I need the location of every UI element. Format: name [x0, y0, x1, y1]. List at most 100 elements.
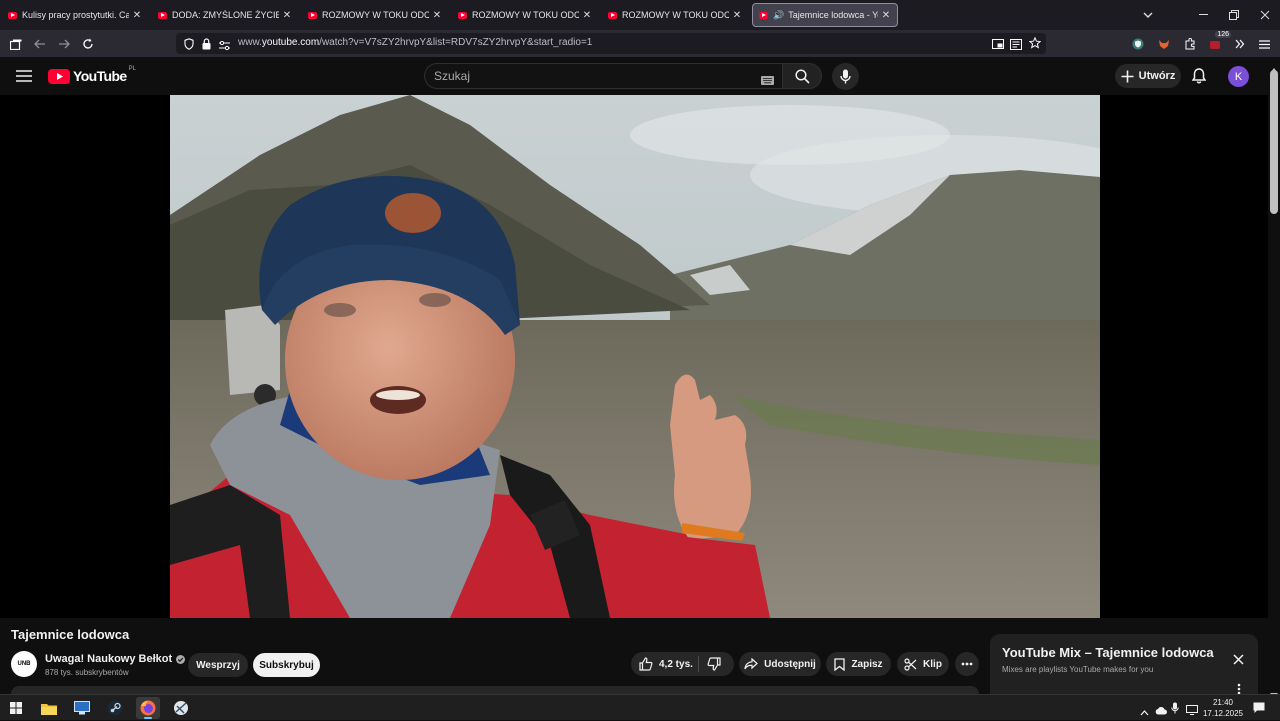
scrollbar-thumb[interactable]: [1270, 70, 1278, 214]
bookmark-icon: [834, 657, 846, 671]
youtube-favicon-icon: [759, 11, 768, 19]
youtube-logo[interactable]: YouTube PL: [48, 66, 136, 84]
like-button[interactable]: 4,2 tys.: [639, 657, 693, 671]
speaker-icon[interactable]: 🔊: [773, 10, 784, 21]
tray-chevron-up-icon[interactable]: [1140, 703, 1149, 721]
list-all-tabs-icon[interactable]: [1133, 0, 1163, 30]
extensions-puzzle-icon[interactable]: [1180, 34, 1200, 54]
file-explorer-icon[interactable]: [37, 697, 61, 719]
channel-avatar[interactable]: UNB: [11, 651, 37, 677]
scissors-icon: [904, 657, 917, 671]
region-code: PL: [128, 66, 136, 72]
extension-badge-button[interactable]: 126: [1205, 31, 1231, 54]
support-button[interactable]: Wesprzyj: [188, 653, 248, 677]
start-windows-icon[interactable]: [4, 697, 28, 719]
account-avatar[interactable]: K: [1228, 66, 1249, 87]
network-icon[interactable]: [1186, 702, 1198, 720]
youtube-favicon-icon: [308, 11, 317, 19]
lock-icon[interactable]: [202, 37, 211, 55]
close-mix-icon[interactable]: [1233, 652, 1244, 670]
clock-time: 21:40: [1212, 698, 1234, 707]
youtube-favicon-icon: [458, 11, 467, 19]
onedrive-cloud-icon[interactable]: [1155, 702, 1167, 720]
browser-toolbar: www.youtube.com/watch?v=V7sZY2hrvpY&list…: [0, 30, 1280, 57]
share-button[interactable]: Udostępnij: [739, 652, 821, 676]
description-box[interactable]: [11, 686, 979, 694]
video-frame[interactable]: [170, 95, 1100, 618]
microphone-tray-icon[interactable]: [1171, 701, 1179, 719]
close-tab-icon[interactable]: ✕: [432, 10, 442, 21]
back-arrow-icon[interactable]: [30, 34, 50, 54]
notifications-bell-icon[interactable]: [1190, 67, 1208, 85]
restore-icon[interactable]: [1219, 0, 1249, 30]
extension-shield-icon[interactable]: [1128, 34, 1148, 54]
clip-button[interactable]: Klip: [897, 652, 949, 676]
save-button[interactable]: Zapisz: [826, 652, 891, 676]
remote-desktop-icon[interactable]: [70, 697, 94, 719]
close-tab-icon[interactable]: ✕: [732, 10, 742, 21]
close-window-icon[interactable]: [1250, 0, 1280, 30]
more-actions-button[interactable]: [955, 652, 979, 676]
mix-subtitle: Mixes are playlists YouTube makes for yo…: [1002, 665, 1154, 674]
reload-icon[interactable]: [78, 34, 98, 54]
scroll-up-arrow-icon[interactable]: [1270, 60, 1278, 78]
app-icon[interactable]: [169, 697, 193, 719]
create-button[interactable]: Utwórz: [1115, 64, 1181, 88]
minimize-icon[interactable]: [1188, 0, 1218, 30]
browser-tab[interactable]: DODA: ZMYŚLONE ŻYCIE I KARIERA ✕: [152, 3, 298, 27]
search-button[interactable]: [782, 63, 822, 89]
like-divider: [698, 656, 699, 672]
bookmark-star-icon[interactable]: [1028, 36, 1042, 54]
forward-arrow-icon[interactable]: [54, 34, 74, 54]
channel-name-text: Uwaga! Naukowy Bełkot: [45, 653, 173, 665]
close-tab-icon[interactable]: ✕: [282, 10, 292, 21]
search-input[interactable]: [434, 69, 734, 83]
url-text[interactable]: www.youtube.com/watch?v=V7sZY2hrvpY&list…: [238, 37, 592, 48]
tracking-protection-shield-icon[interactable]: [184, 37, 194, 55]
address-bar[interactable]: www.youtube.com/watch?v=V7sZY2hrvpY&list…: [176, 33, 1046, 54]
browser-tab[interactable]: ROZMOWY W TOKU ODC. 2457 ✕: [302, 3, 448, 27]
guide-menu-icon[interactable]: [14, 68, 34, 84]
video-player[interactable]: [0, 95, 1268, 618]
thumbs-up-icon: [639, 657, 653, 671]
close-tab-icon[interactable]: ✕: [132, 10, 142, 21]
app-menu-icon[interactable]: [1254, 34, 1274, 54]
video-title: Tajemnice lodowca: [11, 627, 130, 642]
voice-search-button[interactable]: [832, 63, 859, 90]
extension-fox-icon[interactable]: [1154, 34, 1174, 54]
browser-tab-active[interactable]: 🔊 Tajemnice lodowca - YouTube ✕: [752, 3, 898, 27]
youtube-favicon-icon: [158, 11, 167, 19]
tab-title: Kulisy pracy prostytutki. Cała prawda: [22, 10, 129, 20]
microphone-icon: [840, 69, 851, 84]
browser-tab-strip: Kulisy pracy prostytutki. Cała prawda ✕ …: [0, 0, 1280, 30]
thumbs-down-icon: [707, 657, 721, 671]
reader-view-icon[interactable]: [1010, 37, 1022, 55]
overflow-chevron-icon[interactable]: [1230, 34, 1250, 54]
close-tab-icon[interactable]: ✕: [582, 10, 592, 21]
tab-title: ROZMOWY W TOKU ODC. 2457: [472, 10, 579, 20]
clip-label: Klip: [923, 658, 942, 670]
firefox-icon[interactable]: [136, 697, 160, 719]
system-clock[interactable]: 21:40 17.12.2025: [1198, 697, 1248, 719]
plus-icon: [1121, 70, 1134, 82]
playlist-mix-panel: YouTube Mix – Tajemnice lodowca Mixes ar…: [990, 634, 1258, 695]
permissions-icon[interactable]: [219, 38, 230, 56]
steam-icon[interactable]: [103, 697, 127, 719]
browser-tab[interactable]: Kulisy pracy prostytutki. Cała prawda ✕: [2, 3, 148, 27]
save-label: Zapisz: [851, 658, 883, 670]
notification-center-icon[interactable]: [1253, 701, 1265, 719]
browser-tab[interactable]: ROZMOWY W TOKU ODC. 2458 ✕: [602, 3, 748, 27]
search-icon: [794, 68, 810, 84]
browser-tab[interactable]: ROZMOWY W TOKU ODC. 2457 ✕: [452, 3, 598, 27]
keyboard-icon[interactable]: [761, 72, 774, 90]
subscribe-button[interactable]: Subskrybuj: [253, 653, 320, 677]
search-box[interactable]: [424, 63, 782, 89]
dislike-button[interactable]: [707, 657, 727, 674]
channel-name[interactable]: Uwaga! Naukowy Bełkot: [45, 653, 186, 665]
close-tab-icon[interactable]: ✕: [881, 10, 891, 21]
mix-title[interactable]: YouTube Mix – Tajemnice lodowca: [1002, 645, 1214, 660]
tab-view-icon[interactable]: [6, 34, 26, 54]
youtube-favicon-icon: [8, 11, 17, 19]
picture-in-picture-icon[interactable]: [992, 37, 1004, 55]
video-frame-image: [170, 95, 1100, 618]
